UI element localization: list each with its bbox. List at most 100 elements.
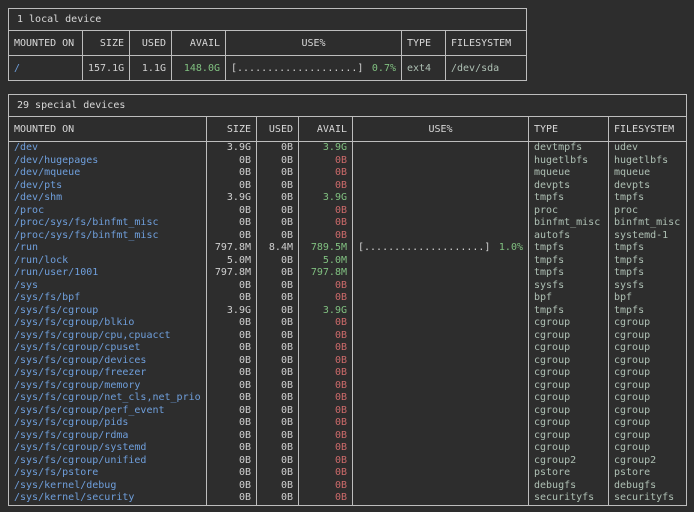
use-percent-cell [353, 492, 529, 505]
mount-point-cell: /dev [9, 142, 207, 155]
avail-cell: 0B [299, 205, 353, 218]
used-cell: 0B [257, 442, 299, 455]
type-cell: cgroup [529, 417, 609, 430]
avail-cell: 0B [299, 280, 353, 293]
mount-point-cell: /sys/fs/cgroup/pids [9, 417, 207, 430]
use-percent-cell [353, 217, 529, 230]
used-cell: 0B [257, 142, 299, 155]
filesystem-cell: cgroup [609, 330, 687, 343]
table-title-row: 1 local device [9, 9, 527, 31]
used-cell: 0B [257, 255, 299, 268]
filesystem-cell: systemd-1 [609, 230, 687, 243]
used-cell: 0B [257, 267, 299, 280]
used-cell: 0B [257, 342, 299, 355]
type-cell: tmpfs [529, 267, 609, 280]
mount-point-cell: /sys/fs/bpf [9, 292, 207, 305]
filesystem-cell: proc [609, 205, 687, 218]
filesystem-cell: cgroup [609, 317, 687, 330]
column-header: MOUNTED ON [9, 117, 207, 142]
used-cell: 0B [257, 367, 299, 380]
used-cell: 0B [257, 492, 299, 505]
mount-point-cell: /sys/fs/cgroup/rdma [9, 430, 207, 443]
usage-bar: [....................] [231, 63, 363, 74]
size-cell: 797.8M [207, 267, 257, 280]
device-row: /sys0B0B0Bsysfssysfs [9, 280, 687, 293]
device-row: /dev/mqueue0B0B0Bmqueuemqueue [9, 167, 687, 180]
avail-cell: 0B [299, 317, 353, 330]
mount-point-cell: /dev/hugepages [9, 155, 207, 168]
type-cell: cgroup [529, 430, 609, 443]
filesystem-cell: securityfs [609, 492, 687, 505]
mount-point-cell: /sys/fs/cgroup/freezer [9, 367, 207, 380]
size-cell: 0B [207, 467, 257, 480]
avail-cell: 3.9G [299, 305, 353, 318]
use-percent-cell [353, 380, 529, 393]
used-cell: 0B [257, 455, 299, 468]
filesystem-cell: cgroup [609, 367, 687, 380]
mount-point-cell: /dev/mqueue [9, 167, 207, 180]
mount-point-cell: /sys/fs/cgroup/blkio [9, 317, 207, 330]
filesystem-cell: pstore [609, 467, 687, 480]
type-cell: ext4 [402, 56, 446, 81]
use-percent-cell [353, 455, 529, 468]
use-percent-cell [353, 292, 529, 305]
filesystem-cell: udev [609, 142, 687, 155]
column-header: USE% [226, 31, 402, 56]
filesystem-cell: tmpfs [609, 305, 687, 318]
avail-cell: 0B [299, 167, 353, 180]
local-devices-table: 1 local device MOUNTED ONSIZEUSEDAVAILUS… [8, 8, 527, 81]
use-percent-cell [353, 342, 529, 355]
use-percent-cell [353, 255, 529, 268]
avail-cell: 789.5M [299, 242, 353, 255]
type-cell: cgroup [529, 392, 609, 405]
size-cell: 5.0M [207, 255, 257, 268]
avail-cell: 0B [299, 330, 353, 343]
filesystem-cell: binfmt_misc [609, 217, 687, 230]
mount-point-cell: /sys [9, 280, 207, 293]
mount-point-cell: /proc/sys/fs/binfmt_misc [9, 230, 207, 243]
size-cell: 0B [207, 167, 257, 180]
size-cell: 0B [207, 155, 257, 168]
usage-percent: 0.7% [372, 63, 396, 74]
used-cell: 0B [257, 380, 299, 393]
type-cell: cgroup [529, 317, 609, 330]
type-cell: proc [529, 205, 609, 218]
filesystem-cell: cgroup2 [609, 455, 687, 468]
used-cell: 0B [257, 180, 299, 193]
filesystem-cell: mqueue [609, 167, 687, 180]
use-percent-cell [353, 280, 529, 293]
type-cell: mqueue [529, 167, 609, 180]
use-percent-cell [353, 167, 529, 180]
size-cell: 0B [207, 417, 257, 430]
type-cell: cgroup [529, 342, 609, 355]
size-cell: 0B [207, 480, 257, 493]
used-cell: 0B [257, 330, 299, 343]
type-cell: cgroup [529, 380, 609, 393]
filesystem-cell: debugfs [609, 480, 687, 493]
filesystem-cell: cgroup [609, 405, 687, 418]
used-cell: 0B [257, 480, 299, 493]
used-cell: 0B [257, 417, 299, 430]
type-cell: cgroup [529, 355, 609, 368]
avail-cell: 0B [299, 180, 353, 193]
special-devices-table: 29 special devices MOUNTED ONSIZEUSEDAVA… [8, 94, 687, 506]
avail-cell: 0B [299, 405, 353, 418]
size-cell: 0B [207, 430, 257, 443]
mount-point-cell: /run/lock [9, 255, 207, 268]
type-cell: autofs [529, 230, 609, 243]
use-percent-cell [353, 267, 529, 280]
use-percent-cell [353, 205, 529, 218]
avail-cell: 0B [299, 367, 353, 380]
terminal-screen: 1 local device MOUNTED ONSIZEUSEDAVAILUS… [0, 0, 694, 512]
column-header: AVAIL [172, 31, 226, 56]
type-cell: binfmt_misc [529, 217, 609, 230]
type-cell: sysfs [529, 280, 609, 293]
use-percent-cell [353, 330, 529, 343]
type-cell: tmpfs [529, 305, 609, 318]
size-cell: 0B [207, 317, 257, 330]
filesystem-cell: tmpfs [609, 242, 687, 255]
type-cell: pstore [529, 467, 609, 480]
type-cell: cgroup [529, 367, 609, 380]
table-title: 1 local device [9, 9, 527, 31]
filesystem-cell: tmpfs [609, 267, 687, 280]
